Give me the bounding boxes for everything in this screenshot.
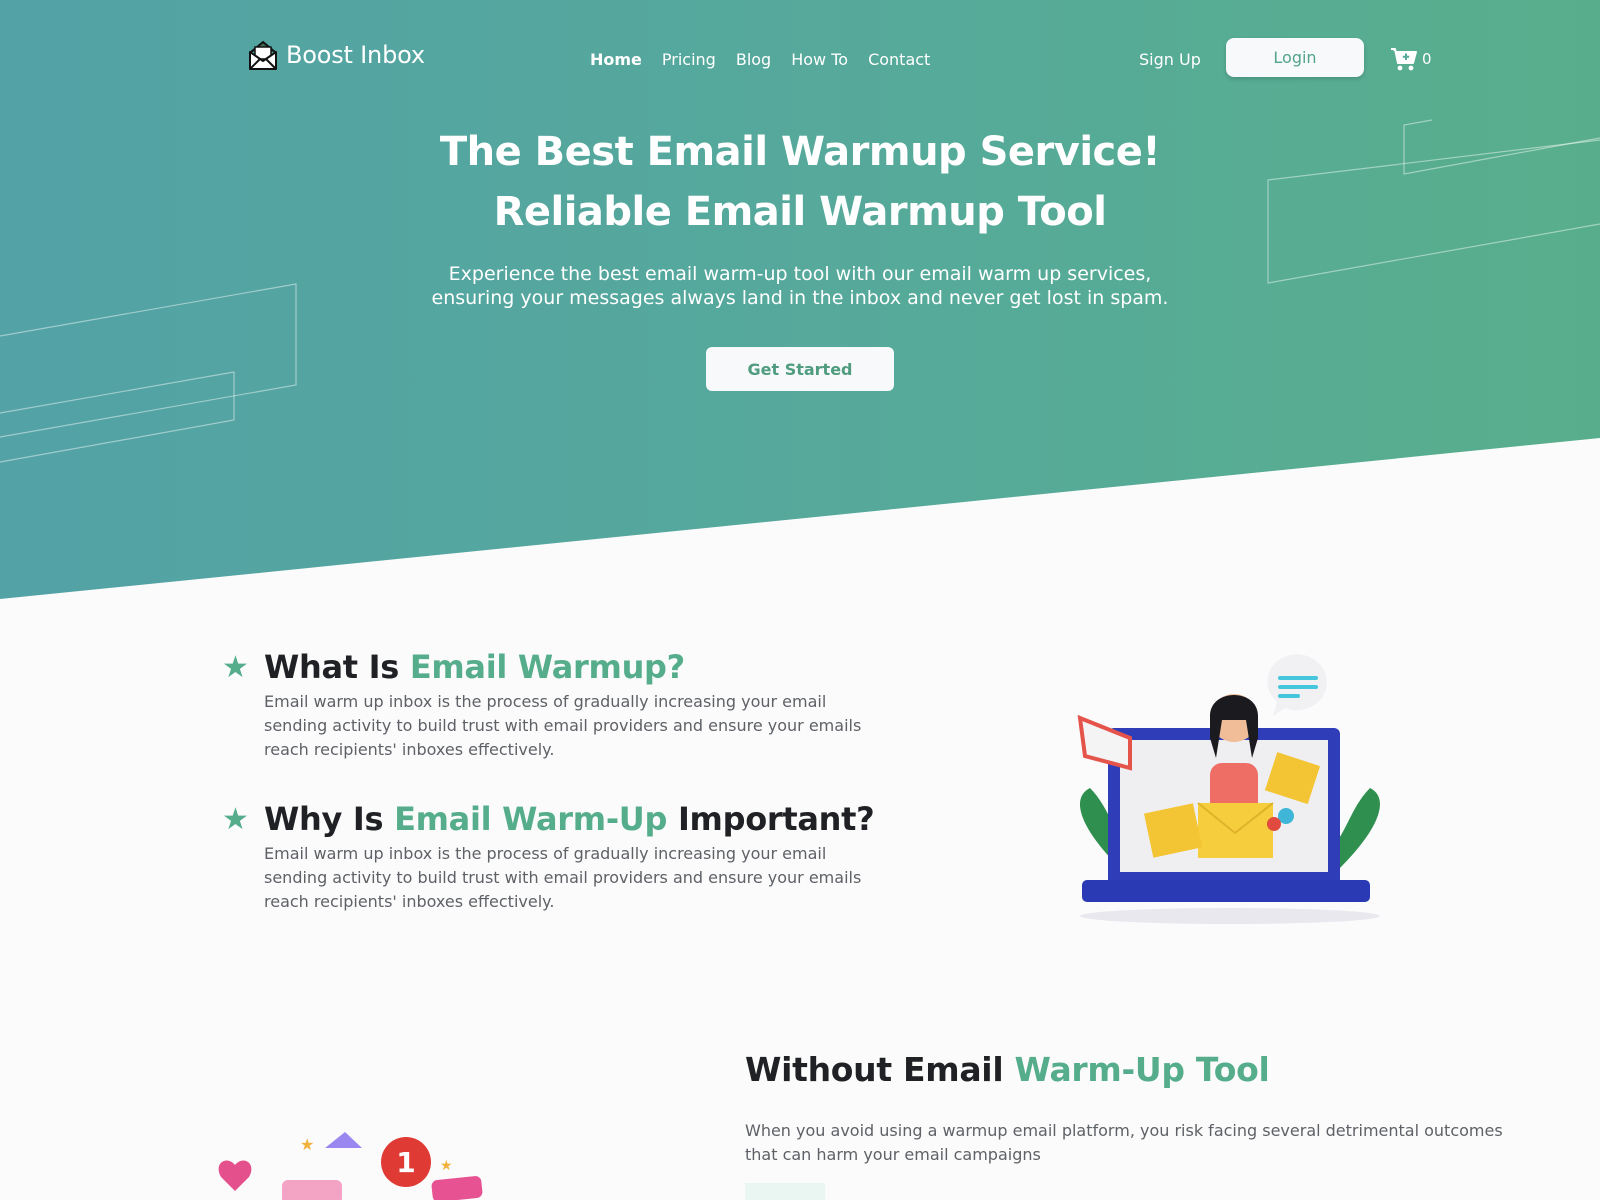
cart-button[interactable]: 0	[1390, 46, 1432, 72]
feature-title: ★ What Is Email Warmup?	[222, 648, 882, 686]
feature-title-prefix: What Is	[264, 648, 410, 686]
hero-title-line-1: The Best Email Warmup Service!	[439, 129, 1161, 175]
hero-title-line-2: Reliable Email Warmup Tool	[493, 189, 1107, 235]
feature-text: Email warm up inbox is the process of gr…	[264, 844, 862, 911]
brand-logo[interactable]: Boost Inbox	[246, 38, 425, 72]
megaphone-icon	[1077, 714, 1132, 771]
nav-how-to[interactable]: How To	[791, 50, 848, 69]
star-shape: ★	[300, 1135, 314, 1154]
message-card	[282, 1180, 342, 1200]
open-envelope-icon	[249, 40, 277, 70]
hero-title: The Best Email Warmup Service! Reliable …	[0, 122, 1600, 242]
hero-subtitle: Experience the best email warm-up tool w…	[0, 262, 1600, 310]
feature-text: Email warm up inbox is the process of gr…	[264, 692, 862, 759]
feature-title-suffix: Important?	[667, 800, 875, 838]
section-title-accent: Warm-Up Tool	[1014, 1050, 1270, 1089]
laptop-base	[1082, 880, 1370, 902]
star-shape: ★	[440, 1158, 453, 1174]
heart-icon	[218, 1160, 252, 1191]
triangle-shape	[325, 1132, 362, 1148]
gear-icon	[1267, 817, 1281, 831]
nav-blog[interactable]: Blog	[736, 50, 771, 69]
nav-home[interactable]: Home	[590, 50, 642, 69]
message-card	[431, 1176, 483, 1200]
feature-title-accent: Email Warmup?	[409, 648, 685, 686]
cart-plus-icon	[1391, 48, 1417, 71]
feature-title: ★ Why Is Email Warm-Up Important?	[222, 800, 882, 838]
get-started-button[interactable]: Get Started	[706, 347, 894, 391]
main-menu: Home Pricing Blog How To Contact	[590, 50, 950, 69]
woman-megaphone-laptop-illustration	[1077, 654, 1380, 924]
brand-name: Boost Inbox	[286, 41, 425, 69]
section-chip	[745, 1183, 825, 1200]
star-icon: ★	[222, 649, 249, 685]
feature-title-prefix: Why Is	[264, 800, 395, 838]
section-without-warmup-title: Without Email Warm-Up Tool	[745, 1050, 1270, 1089]
illustration-shadow	[1080, 908, 1380, 924]
login-button[interactable]: Login	[1226, 38, 1364, 77]
star-icon: ★	[222, 801, 249, 837]
hero-subtitle-line-1: Experience the best email warm-up tool w…	[448, 263, 1152, 285]
feature-title-accent: Email Warm-Up	[394, 800, 668, 838]
cart-count: 0	[1422, 50, 1432, 68]
nav-pricing[interactable]: Pricing	[662, 50, 716, 69]
hero-subtitle-line-2: ensuring your messages always land in th…	[431, 287, 1169, 309]
notification-count: 1	[396, 1146, 415, 1179]
notification-illustration: ★ ★ 1	[218, 1132, 483, 1200]
section-title-prefix: Without Email	[745, 1050, 1015, 1089]
section-without-warmup-text: When you avoid using a warmup email plat…	[745, 1121, 1503, 1164]
feature-what-is-warmup: ★ What Is Email Warmup? Email warm up in…	[222, 648, 882, 762]
sign-up-link[interactable]: Sign Up	[1139, 50, 1201, 69]
feature-why-warmup: ★ Why Is Email Warm-Up Important? Email …	[222, 800, 882, 914]
nav-contact[interactable]: Contact	[868, 50, 930, 69]
top-navigation: Boost Inbox Home Pricing Blog How To Con…	[0, 0, 1600, 120]
